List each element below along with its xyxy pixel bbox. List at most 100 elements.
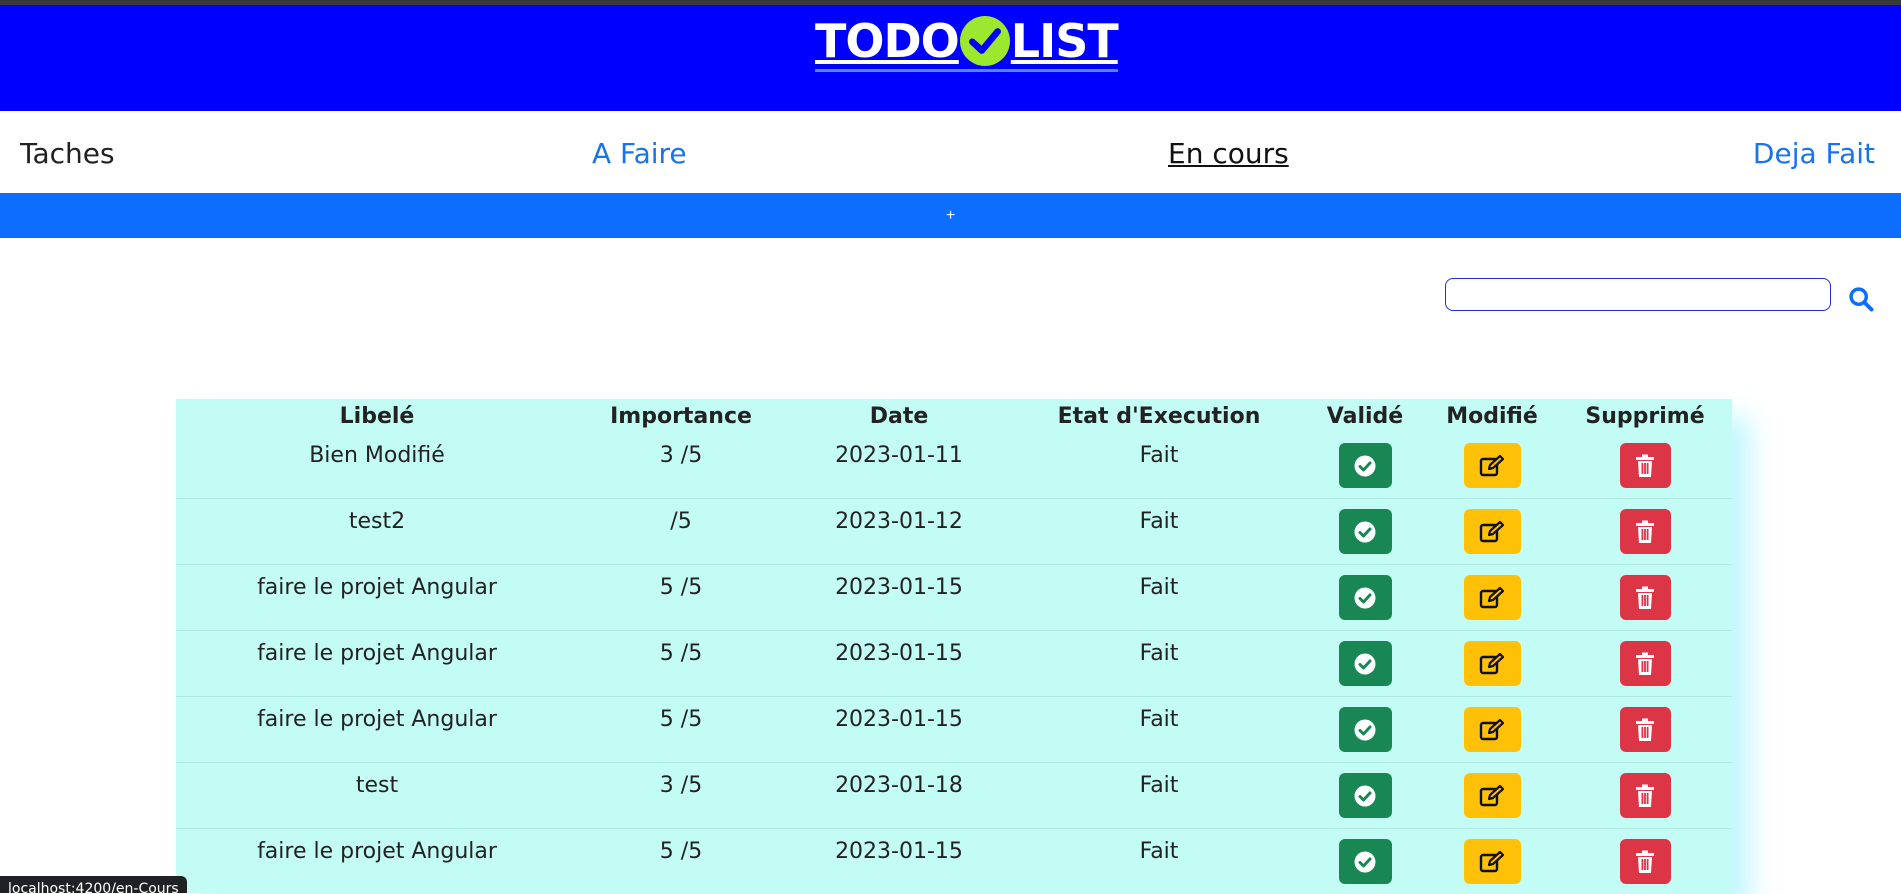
cell-valide [1304, 565, 1426, 631]
task-importance: 3 /5 [578, 763, 784, 798]
cell-modifie [1426, 433, 1558, 499]
edit-icon [1470, 784, 1515, 808]
cell-date: 2023-01-15 [784, 631, 1014, 697]
col-header-modifie: Modifié [1426, 399, 1558, 433]
task-label: faire le projet Angular [176, 829, 578, 864]
validate-button[interactable] [1339, 443, 1392, 488]
cell-etat: Fait [1014, 763, 1304, 829]
col-header-supprime: Supprimé [1558, 399, 1732, 433]
nav-title: Taches [20, 137, 115, 171]
cell-libelle: faire le projet Angular [176, 697, 578, 763]
table-row: faire le projet Angular5 /52023-01-15Fai… [176, 829, 1732, 894]
trash-icon [1626, 454, 1665, 478]
col-header-libelle: Libelé [176, 399, 578, 433]
delete-button[interactable] [1620, 509, 1671, 554]
task-status: Fait [1014, 631, 1304, 666]
task-status: Fait [1014, 763, 1304, 798]
validate-button[interactable] [1339, 773, 1392, 818]
task-label: faire le projet Angular [176, 631, 578, 666]
task-importance: 5 /5 [578, 565, 784, 600]
tasks-table: Libelé Importance Date Etat d'Execution … [176, 399, 1732, 894]
trash-icon [1626, 850, 1665, 874]
col-header-valide: Validé [1304, 399, 1426, 433]
edit-button[interactable] [1464, 443, 1521, 488]
cell-libelle: Bien Modifié [176, 433, 578, 499]
edit-icon [1470, 520, 1515, 544]
table-row: test2/52023-01-12Fait [176, 499, 1732, 565]
edit-icon [1470, 652, 1515, 676]
delete-button[interactable] [1620, 839, 1671, 884]
edit-button[interactable] [1464, 707, 1521, 752]
col-header-importance: Importance [578, 399, 784, 433]
task-label: test [176, 763, 578, 798]
validate-button[interactable] [1339, 707, 1392, 752]
cell-valide [1304, 829, 1426, 894]
add-task-button[interactable]: + [0, 193, 1901, 238]
check-circle-icon [1345, 586, 1386, 610]
task-date: 2023-01-12 [784, 499, 1014, 534]
task-date: 2023-01-15 [784, 829, 1014, 864]
cell-importance: /5 [578, 499, 784, 565]
task-label: faire le projet Angular [176, 565, 578, 600]
cell-etat: Fait [1014, 565, 1304, 631]
edit-button[interactable] [1464, 509, 1521, 554]
validate-button[interactable] [1339, 641, 1392, 686]
cell-libelle: faire le projet Angular [176, 829, 578, 894]
cell-date: 2023-01-11 [784, 433, 1014, 499]
check-circle-icon [1345, 652, 1386, 676]
table-row: test3 /52023-01-18Fait [176, 763, 1732, 829]
cell-supprime [1558, 499, 1732, 565]
edit-button[interactable] [1464, 839, 1521, 884]
task-label: test2 [176, 499, 578, 534]
check-circle-icon [960, 16, 1010, 66]
cell-valide [1304, 499, 1426, 565]
validate-button[interactable] [1339, 509, 1392, 554]
delete-button[interactable] [1620, 443, 1671, 488]
edit-button[interactable] [1464, 773, 1521, 818]
check-circle-icon [1345, 850, 1386, 874]
tab-a-faire[interactable]: A Faire [592, 137, 687, 171]
trash-icon [1626, 718, 1665, 742]
search-button[interactable] [1846, 285, 1876, 315]
col-header-etat: Etat d'Execution [1014, 399, 1304, 433]
logo-text-list: LIST [1011, 13, 1118, 69]
delete-button[interactable] [1620, 641, 1671, 686]
edit-button[interactable] [1464, 641, 1521, 686]
check-circle-icon [1345, 520, 1386, 544]
cell-etat: Fait [1014, 631, 1304, 697]
delete-button[interactable] [1620, 773, 1671, 818]
cell-supprime [1558, 697, 1732, 763]
task-status: Fait [1014, 565, 1304, 600]
delete-button[interactable] [1620, 575, 1671, 620]
tasks-table-container: Libelé Importance Date Etat d'Execution … [176, 399, 1732, 893]
edit-icon [1470, 454, 1515, 478]
logo-text-todo: TODO [815, 13, 959, 69]
task-importance: /5 [578, 499, 784, 534]
table-row: Bien Modifié3 /52023-01-11Fait [176, 433, 1732, 499]
app-logo[interactable]: TODO LIST [815, 13, 1118, 72]
tab-en-cours[interactable]: En cours [1168, 137, 1289, 171]
trash-icon [1626, 586, 1665, 610]
cell-modifie [1426, 631, 1558, 697]
cell-etat: Fait [1014, 499, 1304, 565]
check-circle-icon [1345, 718, 1386, 742]
task-status: Fait [1014, 499, 1304, 534]
task-date: 2023-01-15 [784, 631, 1014, 666]
delete-button[interactable] [1620, 707, 1671, 752]
task-date: 2023-01-15 [784, 697, 1014, 732]
task-importance: 5 /5 [578, 631, 784, 666]
cell-etat: Fait [1014, 697, 1304, 763]
cell-importance: 3 /5 [578, 763, 784, 829]
search-input[interactable] [1445, 278, 1831, 311]
validate-button[interactable] [1339, 575, 1392, 620]
main-nav: Taches A Faire En cours Deja Fait [0, 111, 1901, 193]
edit-button[interactable] [1464, 575, 1521, 620]
edit-icon [1470, 586, 1515, 610]
check-circle-icon [1345, 454, 1386, 478]
validate-button[interactable] [1339, 839, 1392, 884]
tab-deja-fait[interactable]: Deja Fait [1753, 137, 1875, 171]
trash-icon [1626, 652, 1665, 676]
cell-libelle: test [176, 763, 578, 829]
cell-date: 2023-01-15 [784, 697, 1014, 763]
cell-supprime [1558, 433, 1732, 499]
